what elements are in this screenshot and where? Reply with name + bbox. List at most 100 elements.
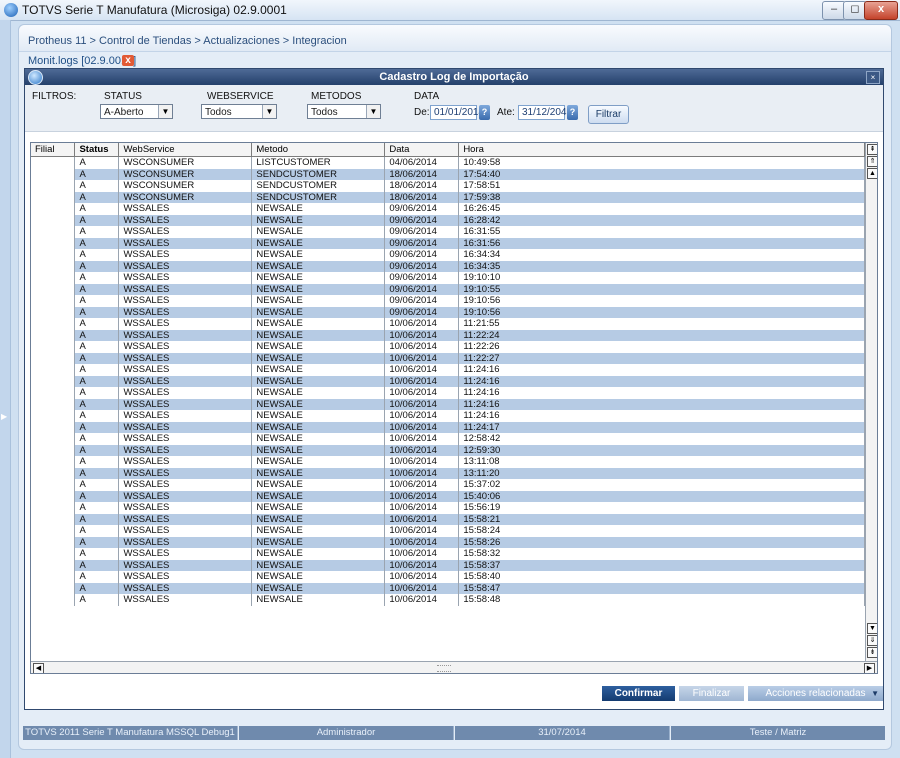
status-select[interactable]: A-Aberto ▼ — [100, 104, 173, 119]
close-window-button[interactable]: x — [864, 1, 898, 20]
scroll-bottom-icon[interactable]: ⇟ — [867, 647, 877, 658]
cell-data: 10/06/2014 — [384, 364, 460, 376]
scroll-down-icon[interactable]: ▼ — [867, 623, 877, 634]
vertical-scrollbar[interactable]: ⇞ ⇑ ▲ ▼ ⇓ ⇟ — [865, 143, 877, 661]
date-from-picker-icon[interactable]: ? — [479, 105, 490, 120]
scroll-page-up-icon[interactable]: ⇑ — [867, 156, 877, 167]
table-row[interactable]: A WSSALES NEWSALE 10/06/2014 11:22:24 — [31, 329, 865, 341]
table-row[interactable]: A WSSALES NEWSALE 10/06/2014 11:24:16 — [31, 410, 865, 422]
table-row[interactable]: A WSSALES NEWSALE 09/06/2014 16:31:56 — [31, 237, 865, 249]
table-row[interactable]: A WSSALES NEWSALE 10/06/2014 15:58:32 — [31, 548, 865, 560]
scroll-right-icon[interactable]: ▶ — [864, 663, 875, 673]
table-row[interactable]: A WSSALES NEWSALE 10/06/2014 11:22:27 — [31, 352, 865, 364]
scroll-grip-icon[interactable] — [437, 665, 451, 672]
breadcrumb[interactable]: Protheus 11 > Control de Tiendas > Actua… — [28, 35, 347, 47]
table-row[interactable]: A WSCONSUMER SENDCUSTOMER 18/06/2014 17:59:3… — [31, 191, 865, 203]
table-row[interactable]: A WSSALES NEWSALE 10/06/2014 11:22:26 — [31, 341, 865, 353]
col-header-webservice[interactable]: WebService — [118, 143, 253, 157]
scroll-top-icon[interactable]: ⇞ — [867, 144, 877, 155]
cell-data: 18/06/2014 — [384, 180, 460, 192]
cell-filial — [31, 479, 76, 491]
tab-monit-logs[interactable]: Monit.logs [02.9.0012] — [28, 55, 136, 67]
table-row[interactable]: A WSSALES NEWSALE 09/06/2014 19:10:56 — [31, 295, 865, 307]
cell-filial — [31, 214, 76, 226]
col-header-data[interactable]: Data — [384, 143, 460, 157]
table-row[interactable]: A WSSALES NEWSALE 09/06/2014 16:34:34 — [31, 249, 865, 261]
cell-webservice: WSSALES — [118, 260, 253, 272]
table-row[interactable]: A WSSALES NEWSALE 10/06/2014 15:58:26 — [31, 536, 865, 548]
cell-status: A — [74, 502, 120, 514]
table-row[interactable]: A WSSALES NEWSALE 10/06/2014 11:24:16 — [31, 375, 865, 387]
close-dialog-icon[interactable]: × — [866, 71, 880, 84]
table-row[interactable]: A WSSALES NEWSALE 09/06/2014 19:10:10 — [31, 272, 865, 284]
confirm-button[interactable]: Confirmar — [602, 686, 675, 701]
table-row[interactable]: A WSSALES NEWSALE 09/06/2014 16:28:42 — [31, 214, 865, 226]
table-row[interactable]: A WSSALES NEWSALE 09/06/2014 19:10:56 — [31, 306, 865, 318]
table-row[interactable]: A WSCONSUMER LISTCUSTOMER 04/06/2014 10:49:5… — [31, 156, 865, 169]
metodos-select[interactable]: Todos ▼ — [307, 104, 381, 119]
table-row[interactable]: A WSSALES NEWSALE 10/06/2014 12:58:42 — [31, 433, 865, 445]
cell-filial — [31, 536, 76, 548]
table-row[interactable]: A WSSALES NEWSALE 10/06/2014 15:58:37 — [31, 559, 865, 571]
cell-status: A — [74, 433, 120, 445]
table-row[interactable]: A WSCONSUMER SENDCUSTOMER 18/06/2014 17:54:4… — [31, 168, 865, 180]
date-to-input[interactable]: 31/12/2049 — [518, 105, 572, 120]
cell-webservice: WSSALES — [118, 318, 253, 330]
col-header-status[interactable]: Status — [74, 143, 120, 157]
table-row[interactable]: A WSSALES NEWSALE 10/06/2014 13:11:20 — [31, 467, 865, 479]
scroll-left-icon[interactable]: ◀ — [33, 663, 44, 673]
scroll-page-down-icon[interactable]: ⇓ — [867, 635, 877, 646]
cell-filial — [31, 352, 76, 364]
related-actions-button[interactable]: Acciones relacionadas ▼ — [748, 686, 883, 701]
cell-filial — [31, 375, 76, 387]
cell-hora: 13:11:20 — [458, 467, 865, 479]
cell-hora: 17:59:38 — [458, 191, 865, 203]
table-row[interactable]: A WSSALES NEWSALE 10/06/2014 11:24:16 — [31, 398, 865, 410]
table-row[interactable]: A WSSALES NEWSALE 09/06/2014 16:26:45 — [31, 203, 865, 215]
cell-metodo: NEWSALE — [251, 318, 386, 330]
log-grid[interactable]: Filial Status WebService Metodo Data Hor… — [30, 142, 878, 674]
cell-filial — [31, 467, 76, 479]
table-row[interactable]: A WSSALES NEWSALE 10/06/2014 11:21:55 — [31, 318, 865, 330]
cell-filial — [31, 571, 76, 583]
table-row[interactable]: A WSSALES NEWSALE 10/06/2014 15:58:24 — [31, 525, 865, 537]
table-row[interactable]: A WSSALES NEWSALE 10/06/2014 11:24:16 — [31, 364, 865, 376]
cell-webservice: WSSALES — [118, 410, 253, 422]
table-row[interactable]: A WSSALES NEWSALE 10/06/2014 11:24:17 — [31, 421, 865, 433]
cell-data: 09/06/2014 — [384, 237, 460, 249]
webservice-select[interactable]: Todos ▼ — [201, 104, 277, 119]
finish-button[interactable]: Finalizar — [679, 686, 744, 701]
dialog-title: Cadastro Log de Importação — [379, 71, 529, 83]
col-header-hora[interactable]: Hora — [458, 143, 865, 157]
cell-metodo: NEWSALE — [251, 479, 386, 491]
date-to-picker-icon[interactable]: ? — [567, 105, 578, 120]
table-row[interactable]: A WSSALES NEWSALE 10/06/2014 15:58:47 — [31, 582, 865, 594]
cell-filial — [31, 456, 76, 468]
filter-button[interactable]: Filtrar — [588, 105, 629, 124]
table-row[interactable]: A WSCONSUMER SENDCUSTOMER 18/06/2014 17:58:5… — [31, 180, 865, 192]
col-header-filial[interactable]: Filial — [31, 143, 76, 157]
close-tab-icon[interactable]: x — [122, 55, 134, 66]
table-row[interactable]: A WSSALES NEWSALE 10/06/2014 13:11:08 — [31, 456, 865, 468]
table-row[interactable]: A WSSALES NEWSALE 10/06/2014 15:58:48 — [31, 594, 865, 606]
cell-metodo: NEWSALE — [251, 433, 386, 445]
table-header-row: Filial Status WebService Metodo Data Hor… — [31, 143, 865, 157]
table-row[interactable]: A WSSALES NEWSALE 10/06/2014 15:58:40 — [31, 571, 865, 583]
table-row[interactable]: A WSSALES NEWSALE 10/06/2014 15:56:19 — [31, 502, 865, 514]
table-row[interactable]: A WSSALES NEWSALE 10/06/2014 15:40:06 — [31, 490, 865, 502]
table-row[interactable]: A WSSALES NEWSALE 09/06/2014 16:31:55 — [31, 226, 865, 238]
table-row[interactable]: A WSSALES NEWSALE 10/06/2014 12:59:30 — [31, 444, 865, 456]
table-row[interactable]: A WSSALES NEWSALE 10/06/2014 15:37:02 — [31, 479, 865, 491]
table-row[interactable]: A WSSALES NEWSALE 09/06/2014 19:10:55 — [31, 283, 865, 295]
left-panel-toggle[interactable]: ▶ — [0, 20, 11, 758]
horizontal-scrollbar[interactable]: ◀ ▶ — [31, 661, 877, 673]
table-row[interactable]: A WSSALES NEWSALE 09/06/2014 16:34:35 — [31, 260, 865, 272]
col-header-metodo[interactable]: Metodo — [251, 143, 386, 157]
scroll-up-icon[interactable]: ▲ — [867, 168, 877, 179]
cell-hora: 11:22:24 — [458, 329, 865, 341]
table-row[interactable]: A WSSALES NEWSALE 10/06/2014 11:24:16 — [31, 387, 865, 399]
date-from-input[interactable]: 01/01/2014 — [430, 105, 484, 120]
cell-status: A — [74, 513, 120, 525]
status-company: Teste / Matriz — [671, 726, 885, 740]
table-row[interactable]: A WSSALES NEWSALE 10/06/2014 15:58:21 — [31, 513, 865, 525]
